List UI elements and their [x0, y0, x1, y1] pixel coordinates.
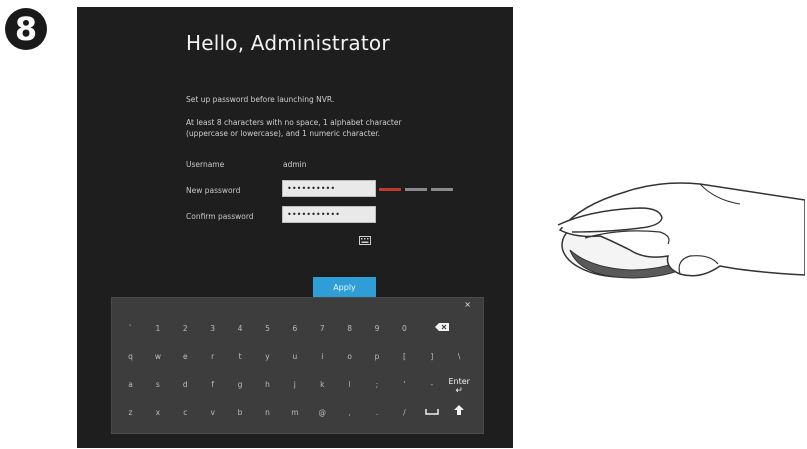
- key-enter[interactable]: Enter ↵: [446, 374, 472, 396]
- key[interactable]: h: [254, 374, 280, 396]
- username-value: admin: [283, 160, 307, 169]
- on-screen-keyboard: × ` 1 2 3 4 5 6 7 8 9 0 q w e r t y u i o p[] \ a s d f g h j k l; ' -…: [111, 297, 484, 434]
- key[interactable]: .: [364, 402, 390, 424]
- key[interactable]: r: [200, 346, 226, 368]
- key[interactable]: \: [446, 346, 472, 368]
- key[interactable]: o: [337, 346, 363, 368]
- strength-bar-1: [379, 188, 401, 191]
- key[interactable]: /: [391, 402, 417, 424]
- apply-button[interactable]: Apply: [313, 277, 376, 299]
- key[interactable]: [: [391, 346, 417, 368]
- key[interactable]: b: [227, 402, 253, 424]
- new-password-input[interactable]: ••••••••••: [282, 180, 376, 197]
- key[interactable]: 0: [391, 318, 417, 340]
- backspace-icon[interactable]: [419, 318, 465, 340]
- key[interactable]: ': [391, 374, 417, 396]
- key[interactable]: u: [282, 346, 308, 368]
- keyboard-row-bottom: z x c v b n m @,. /: [118, 402, 474, 424]
- hand-clicking-mouse-illustration: [557, 182, 805, 279]
- key[interactable]: @: [309, 402, 335, 424]
- key[interactable]: e: [172, 346, 198, 368]
- key[interactable]: 1: [145, 318, 171, 340]
- key[interactable]: p: [364, 346, 390, 368]
- key[interactable]: 6: [282, 318, 308, 340]
- keyboard-row-top: q w e r t y u i o p[] \: [118, 346, 474, 368]
- username-label: Username: [186, 160, 225, 169]
- key[interactable]: 5: [254, 318, 280, 340]
- key[interactable]: -: [419, 374, 445, 396]
- keyboard-close-button[interactable]: ×: [464, 300, 471, 309]
- key[interactable]: z: [118, 402, 143, 424]
- shift-icon[interactable]: [446, 402, 472, 424]
- key[interactable]: g: [227, 374, 253, 396]
- key[interactable]: q: [118, 346, 143, 368]
- key[interactable]: k: [309, 374, 335, 396]
- key[interactable]: `: [118, 318, 143, 340]
- key[interactable]: m: [282, 402, 308, 424]
- key[interactable]: t: [227, 346, 253, 368]
- nvr-setup-screen: Hello, Administrator Set up password bef…: [77, 7, 513, 448]
- key[interactable]: a: [118, 374, 143, 396]
- key[interactable]: l: [337, 374, 363, 396]
- keyboard-row-numbers: ` 1 2 3 4 5 6 7 8 9 0: [118, 318, 467, 340]
- key[interactable]: ;: [364, 374, 390, 396]
- key[interactable]: i: [309, 346, 335, 368]
- key[interactable]: 9: [364, 318, 390, 340]
- key[interactable]: w: [145, 346, 171, 368]
- greeting-title: Hello, Administrator: [186, 31, 390, 55]
- confirm-password-label: Confirm password: [186, 212, 254, 221]
- setup-instruction: Set up password before launching NVR.: [186, 95, 335, 104]
- key[interactable]: d: [172, 374, 198, 396]
- key[interactable]: 2: [172, 318, 198, 340]
- key[interactable]: v: [200, 402, 226, 424]
- key[interactable]: y: [254, 346, 280, 368]
- key[interactable]: c: [172, 402, 198, 424]
- confirm-password-input[interactable]: •••••••••••: [282, 206, 376, 223]
- strength-bar-2: [405, 188, 427, 191]
- key[interactable]: x: [145, 402, 171, 424]
- key[interactable]: s: [145, 374, 171, 396]
- key[interactable]: 4: [227, 318, 253, 340]
- new-password-label: New password: [186, 186, 241, 195]
- key[interactable]: ,: [337, 402, 363, 424]
- key[interactable]: 3: [200, 318, 226, 340]
- key[interactable]: 8: [337, 318, 363, 340]
- key[interactable]: n: [254, 402, 280, 424]
- step-number-badge: 8: [5, 8, 47, 50]
- key[interactable]: 7: [309, 318, 335, 340]
- keyboard-row-home: a s d f g h j k l; ' - Enter ↵: [118, 374, 474, 396]
- space-icon[interactable]: [419, 402, 445, 424]
- keyboard-icon[interactable]: [359, 236, 371, 245]
- key[interactable]: j: [282, 374, 308, 396]
- key[interactable]: ]: [419, 346, 445, 368]
- key[interactable]: f: [200, 374, 226, 396]
- password-rules: At least 8 characters with no space, 1 a…: [186, 118, 402, 138]
- strength-bar-3: [431, 188, 453, 191]
